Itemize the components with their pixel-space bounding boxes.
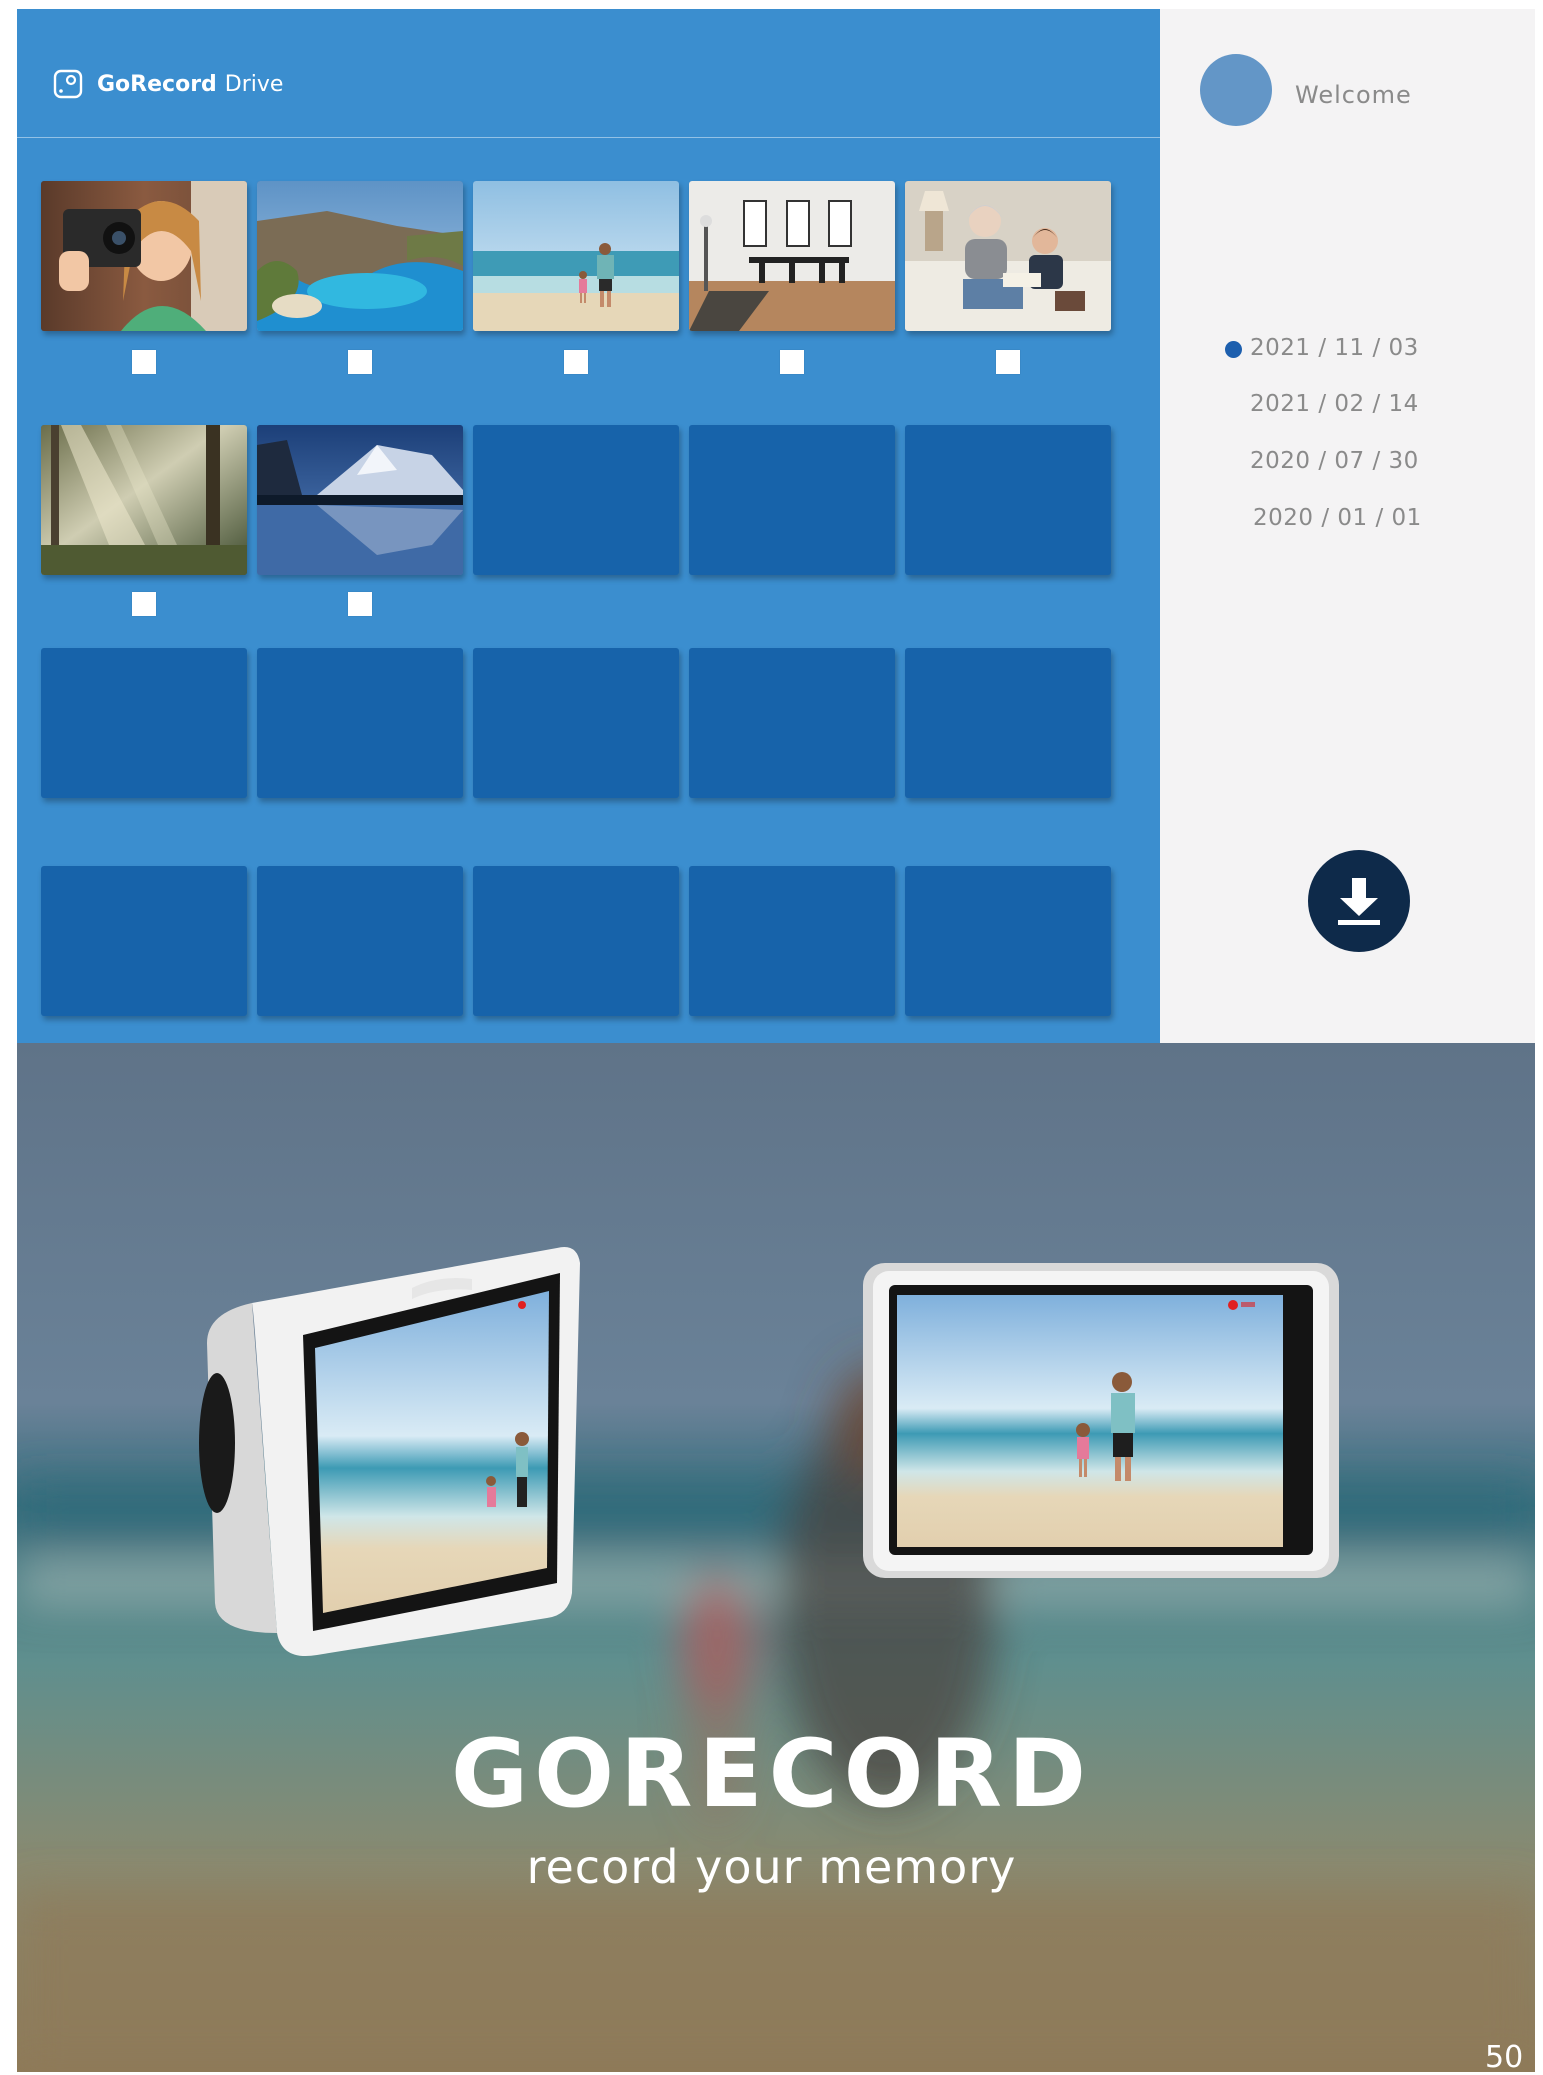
- empty-slot: [257, 866, 463, 1016]
- photo-tile-mountain-lake[interactable]: [257, 425, 463, 575]
- empty-slot: [905, 866, 1111, 1016]
- empty-slot: [41, 866, 247, 1016]
- select-checkbox[interactable]: [996, 350, 1020, 374]
- empty-slot: [905, 648, 1111, 798]
- app-brand: GoRecord: [97, 72, 217, 97]
- empty-slot: [689, 866, 895, 1016]
- welcome-text: Welcome: [1295, 81, 1412, 109]
- empty-slot: [689, 648, 895, 798]
- camera-product-right: [863, 1263, 1339, 1578]
- photo-thumbnail: [473, 181, 679, 331]
- camera-product-left: [199, 1247, 580, 1657]
- download-icon: [1338, 878, 1380, 925]
- photo-tile-girl-camera[interactable]: [41, 181, 247, 331]
- date-item[interactable]: 2020 / 01 / 01: [1253, 505, 1453, 531]
- photo-thumbnail: [41, 425, 247, 575]
- download-button[interactable]: [1308, 850, 1410, 952]
- photo-tile-grandmother-boy[interactable]: [905, 181, 1111, 331]
- page-number: 50: [1485, 2040, 1524, 2075]
- photo-thumbnail: [689, 181, 895, 331]
- empty-slot: [689, 425, 895, 575]
- selected-date-indicator: [1225, 341, 1242, 358]
- select-checkbox[interactable]: [780, 350, 804, 374]
- promo-tagline: record your memory: [526, 1840, 1017, 1894]
- app-suffix: Drive: [224, 72, 284, 97]
- photo-thumbnail: [257, 425, 463, 575]
- photo-thumbnail: [41, 181, 247, 331]
- select-checkbox[interactable]: [132, 350, 156, 374]
- empty-slot: [473, 866, 679, 1016]
- empty-slot: [905, 425, 1111, 575]
- empty-slot: [473, 425, 679, 575]
- select-checkbox[interactable]: [564, 350, 588, 374]
- sidebar: Welcome 2021 / 11 / 03 2021 / 02 / 14 20…: [1160, 9, 1535, 1043]
- photo-thumbnail: [257, 181, 463, 331]
- promo-banner: [17, 1043, 1535, 2072]
- app-title: GoRecord Drive: [97, 72, 283, 97]
- promo-title: GORECORD: [451, 1720, 1092, 1829]
- photo-tile-dining-room[interactable]: [689, 181, 895, 331]
- empty-slot: [41, 648, 247, 798]
- drive-panel: GoRecord Drive: [17, 9, 1160, 1043]
- photo-tile-coastal-cove[interactable]: [257, 181, 463, 331]
- empty-slot: [473, 648, 679, 798]
- photo-tile-forest[interactable]: [41, 425, 247, 575]
- date-item[interactable]: 2021 / 11 / 03: [1250, 335, 1450, 361]
- date-item[interactable]: 2020 / 07 / 30: [1250, 448, 1450, 474]
- beach-background: [17, 1043, 1535, 2072]
- select-checkbox[interactable]: [348, 592, 372, 616]
- avatar[interactable]: [1200, 54, 1272, 126]
- photo-thumbnail: [905, 181, 1111, 331]
- date-item[interactable]: 2021 / 02 / 14: [1250, 391, 1450, 417]
- select-checkbox[interactable]: [348, 350, 372, 374]
- empty-slot: [257, 648, 463, 798]
- select-checkbox[interactable]: [132, 592, 156, 616]
- camera-logo-icon: [53, 69, 83, 99]
- photo-tile-beach-walk[interactable]: [473, 181, 679, 331]
- app-header: GoRecord Drive: [17, 9, 1160, 138]
